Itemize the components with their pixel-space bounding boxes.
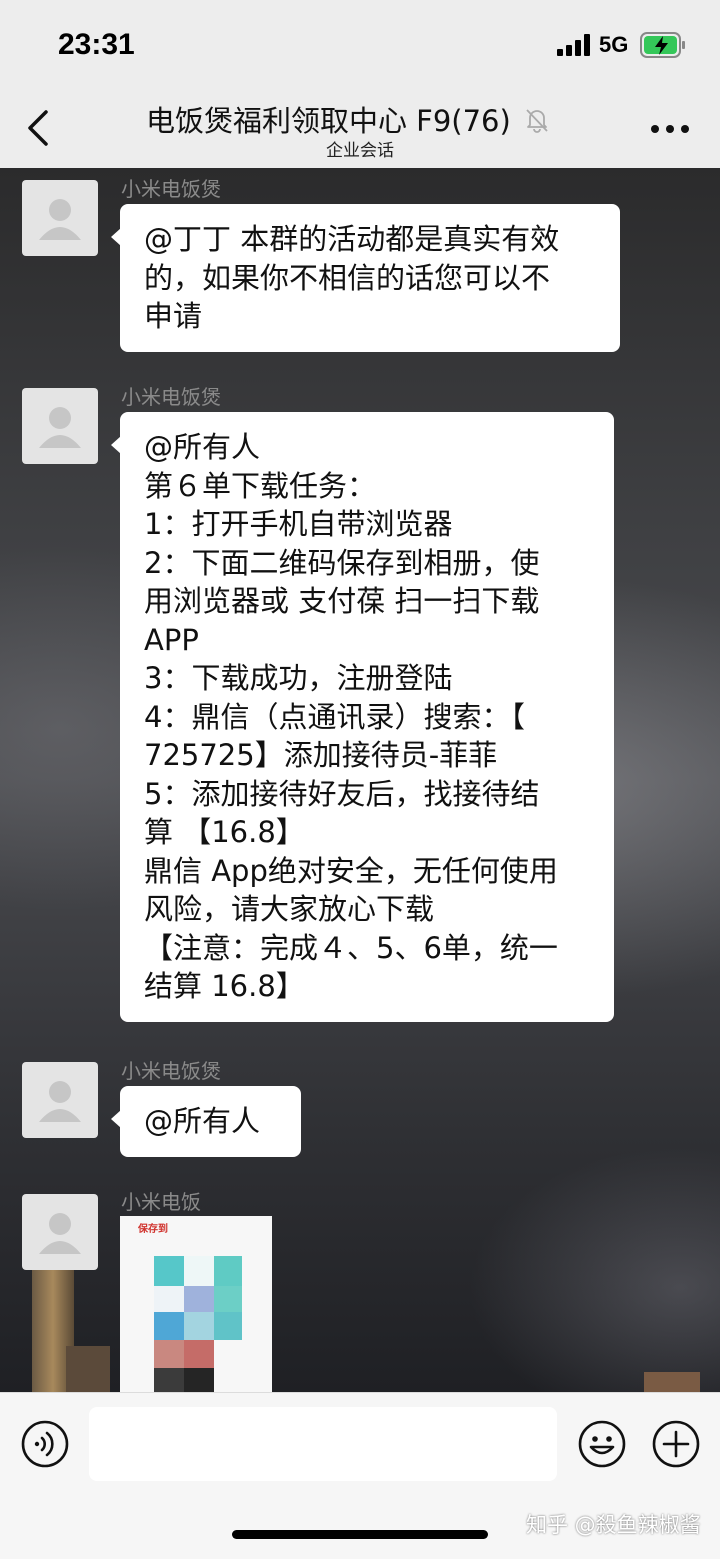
- message-line: 结算 16.8】: [144, 969, 305, 1003]
- message-line: 725725】添加接待员-菲菲: [144, 738, 498, 772]
- pixel-block: [184, 1340, 214, 1368]
- message-line: 【注意：完成４、5、6单，统一: [144, 930, 558, 965]
- pixel-block: [184, 1312, 214, 1340]
- image-message[interactable]: 保存到: [120, 1216, 272, 1392]
- chat-subtitle: 企业会话: [326, 141, 394, 161]
- image-caption: 保存到: [138, 1224, 168, 1235]
- bell-off-icon: [526, 109, 548, 133]
- chat-title: 电饭煲福利领取中心 F9(76): [145, 104, 511, 138]
- message-line: @丁丁 本群的活动都是真实有效: [144, 222, 560, 256]
- message-line: 用浏览器或 支付葆 扫一扫下载: [144, 584, 540, 618]
- message-line: 4：鼎信（点通讯录）搜索：【: [144, 699, 525, 734]
- ellipsis-icon[interactable]: [650, 124, 690, 134]
- avatar[interactable]: [22, 388, 98, 464]
- background-building: [66, 1346, 110, 1392]
- chat-title-wrap: 电饭煲福利领取中心 F9(76): [0, 98, 720, 140]
- message-line: 2：下面二维码保存到相册，使: [144, 545, 540, 580]
- pixel-block: [214, 1256, 242, 1286]
- message-line: 风险，请大家放心下载: [144, 892, 435, 926]
- message-line: @所有人: [144, 430, 261, 464]
- pixel-block: [214, 1312, 242, 1340]
- chat-header: 电饭煲福利领取中心 F9(76) 企业会话: [0, 90, 720, 168]
- default-avatar-icon: [39, 199, 81, 240]
- default-avatar-icon: [39, 1081, 81, 1122]
- plus-icon[interactable]: [651, 1419, 701, 1469]
- home-indicator[interactable]: [232, 1530, 488, 1539]
- background-building: [644, 1372, 700, 1392]
- pixel-block: [184, 1256, 214, 1286]
- pixel-block: [154, 1340, 184, 1368]
- message-input[interactable]: [89, 1407, 557, 1481]
- message-line: 申请: [144, 299, 203, 333]
- pixel-block: [154, 1256, 184, 1286]
- pixel-block: [154, 1312, 184, 1340]
- pixel-block: [154, 1286, 184, 1312]
- sender-name: 小米电饭: [121, 1190, 201, 1214]
- message-bubble[interactable]: @丁丁 本群的活动都是真实有效 的，如果你不相信的话您可以不 申请: [111, 204, 620, 352]
- message-line: 5：添加接待好友后，找接待结: [144, 776, 540, 811]
- message-line: 鼎信 App绝对安全，无任何使用: [144, 853, 558, 888]
- avatar[interactable]: [22, 180, 98, 256]
- sender-name: 小米电饭煲: [121, 385, 221, 409]
- default-avatar-icon: [39, 407, 81, 448]
- message-bubble[interactable]: @所有人: [111, 1086, 301, 1157]
- signal-icon: [557, 34, 590, 56]
- network-type: 5G: [599, 32, 629, 57]
- input-bar: 知乎 @殺鱼辣椒酱: [0, 1392, 720, 1559]
- sender-name: 小米电饭煲: [121, 177, 221, 201]
- status-time: 23:31: [58, 28, 135, 61]
- message-line: 的，如果你不相信的话您可以不: [144, 260, 551, 295]
- pixel-block: [184, 1368, 214, 1392]
- avatar[interactable]: [22, 1062, 98, 1138]
- message-bubble[interactable]: @所有人 第６单下载任务： 1：打开手机自带浏览器 2：下面二维码保存到相册，使…: [111, 412, 614, 1022]
- emoji-icon[interactable]: [577, 1419, 627, 1469]
- default-avatar-icon: [39, 1213, 81, 1254]
- message-line: APP: [144, 622, 199, 657]
- pixel-block: [214, 1286, 242, 1312]
- sender-name: 小米电饭煲: [121, 1059, 221, 1083]
- message-line: 3：下载成功，注册登陆: [144, 661, 453, 695]
- status-bar: 23:31 5G: [0, 0, 720, 90]
- chat-area[interactable]: 小米电饭煲 @丁丁 本群的活动都是真实有效 的，如果你不相信的话您可以不 申请 …: [0, 168, 720, 1392]
- message-line: 1：打开手机自带浏览器: [144, 507, 453, 541]
- watermark: 知乎 @殺鱼辣椒酱: [526, 1513, 701, 1537]
- message-line: @所有人: [144, 1104, 261, 1138]
- message-line: 第６单下载任务：: [144, 468, 377, 503]
- pixel-block: [184, 1286, 214, 1312]
- avatar[interactable]: [22, 1194, 98, 1270]
- voice-icon[interactable]: [20, 1419, 70, 1469]
- message-line: 算 【16.8】: [144, 815, 305, 849]
- battery-charging-icon: [640, 32, 685, 58]
- pixel-block: [154, 1368, 184, 1392]
